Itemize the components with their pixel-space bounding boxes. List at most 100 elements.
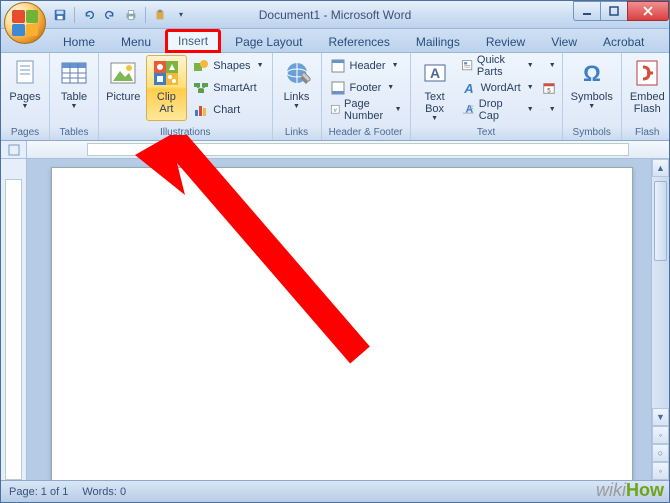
word-window: ▾ Document1 - Microsoft Word Home Menu I… [0,0,670,503]
watermark: wikiHow [596,480,664,501]
scroll-down-button[interactable]: ▼ [652,408,669,426]
vertical-scrollbar[interactable]: ▲ ▼ ◦ ○ ◦ [651,159,669,480]
minimize-button[interactable] [573,1,601,21]
status-page[interactable]: Page: 1 of 1 [9,486,68,498]
header-label: Header [350,60,386,72]
table-icon [58,57,90,89]
ribbon-tabs: Home Menu Insert Page Layout References … [1,29,669,53]
date-time-button[interactable]: 5 [540,77,558,98]
chevron-up-icon: ▲ [656,163,665,173]
object-icon [542,102,543,118]
group-label: Text [415,126,558,140]
print-icon [124,8,138,22]
maximize-button[interactable] [600,1,628,21]
page-number-button[interactable]: # Page Number ▼ [326,99,406,120]
vertical-ruler[interactable] [1,159,27,480]
qat-save-button[interactable] [51,6,69,24]
close-button[interactable] [627,1,669,21]
qat-print-button[interactable] [122,6,140,24]
svg-text:Ω: Ω [583,61,601,86]
ruler-toggle-icon [8,144,20,156]
drop-cap-label: Drop Cap [479,98,521,122]
table-button[interactable]: Table ▼ [54,55,94,121]
tab-menu[interactable]: Menu [109,31,163,53]
tab-page-layout[interactable]: Page Layout [223,31,314,53]
embed-flash-button[interactable]: Embed Flash [626,55,669,121]
symbols-button[interactable]: Ω Symbols ▼ [567,55,617,121]
tab-references[interactable]: References [316,31,401,53]
text-box-label: Text Box [419,91,451,115]
footer-label: Footer [350,82,382,94]
chevron-down-icon: ▼ [257,62,264,69]
wordart-icon: A [461,80,477,96]
pages-button[interactable]: Pages ▼ [5,55,45,121]
ruler-track[interactable] [27,141,669,158]
document-area[interactable] [27,159,651,480]
tab-insert[interactable]: Insert [165,29,221,53]
close-icon [642,6,654,16]
links-label: Links [284,91,310,103]
chart-button[interactable]: Chart [189,99,267,120]
wordart-button[interactable]: A WordArt ▼ [457,77,538,98]
prev-page-button[interactable]: ◦ [652,426,669,444]
save-icon [53,8,67,22]
chevron-down-icon: ▼ [392,62,399,69]
title-bar: ▾ Document1 - Microsoft Word [1,1,669,29]
smartart-label: SmartArt [213,82,256,94]
shapes-button[interactable]: Shapes ▼ [189,55,267,76]
office-button[interactable] [4,2,46,44]
group-text: A Text Box ▼ Quick Parts ▼ A WordArt ▼ [411,53,563,140]
header-button[interactable]: Header ▼ [326,55,406,76]
scroll-track[interactable] [652,177,669,408]
tab-mailings[interactable]: Mailings [404,31,472,53]
chevron-down-icon: ▼ [588,103,595,110]
document-page[interactable] [51,167,633,480]
text-box-button[interactable]: A Text Box ▼ [415,55,455,121]
signature-line-button[interactable]: ▼ [540,55,558,76]
tab-acrobat[interactable]: Acrobat [591,31,656,53]
quick-parts-label: Quick Parts [477,54,521,78]
footer-button[interactable]: Footer ▼ [326,77,406,98]
next-page-button[interactable]: ◦ [652,462,669,480]
wordart-label: WordArt [481,82,521,94]
chevron-down-icon: ▼ [549,62,556,69]
text-box-icon: A [419,57,451,89]
drop-cap-button[interactable]: A Drop Cap ▼ [457,99,538,120]
links-button[interactable]: Links ▼ [277,55,317,121]
status-words[interactable]: Words: 0 [82,486,126,498]
group-label: Pages [5,126,45,140]
qat-paste-button[interactable] [151,6,169,24]
signature-icon [542,58,543,74]
chevron-down-icon: ▼ [71,103,78,110]
page-number-label: Page Number [344,98,389,122]
picture-button[interactable]: Picture [103,55,144,121]
date-icon: 5 [542,80,556,96]
scroll-up-button[interactable]: ▲ [652,159,669,177]
clip-art-button[interactable]: Clip Art [146,55,188,121]
quick-parts-button[interactable]: Quick Parts ▼ [457,55,538,76]
chevron-down-icon: ▼ [527,106,534,113]
browse-icon: ○ [658,448,663,458]
browse-object-button[interactable]: ○ [652,444,669,462]
qat-undo-button[interactable] [80,6,98,24]
group-flash: Embed Flash Flash [622,53,670,140]
clip-art-label: Clip Art [150,91,184,115]
window-title: Document1 - Microsoft Word [259,8,412,22]
shapes-label: Shapes [213,60,250,72]
chevron-down-icon: ▼ [549,106,556,113]
group-label: Links [277,126,317,140]
qat-dropdown-button[interactable]: ▾ [172,6,190,24]
ruler-toggle[interactable] [1,141,27,159]
svg-text:A: A [430,65,440,81]
object-button[interactable]: ▼ [540,99,558,120]
flash-icon [631,57,663,89]
qat-redo-button[interactable] [101,6,119,24]
tab-view[interactable]: View [539,31,589,53]
page-number-icon: # [330,102,341,118]
tab-review[interactable]: Review [474,31,537,53]
chart-label: Chart [213,104,240,116]
scroll-thumb[interactable] [654,181,667,261]
chevron-down-icon: ▼ [527,84,534,91]
tab-home[interactable]: Home [51,31,107,53]
smartart-button[interactable]: SmartArt [189,77,267,98]
